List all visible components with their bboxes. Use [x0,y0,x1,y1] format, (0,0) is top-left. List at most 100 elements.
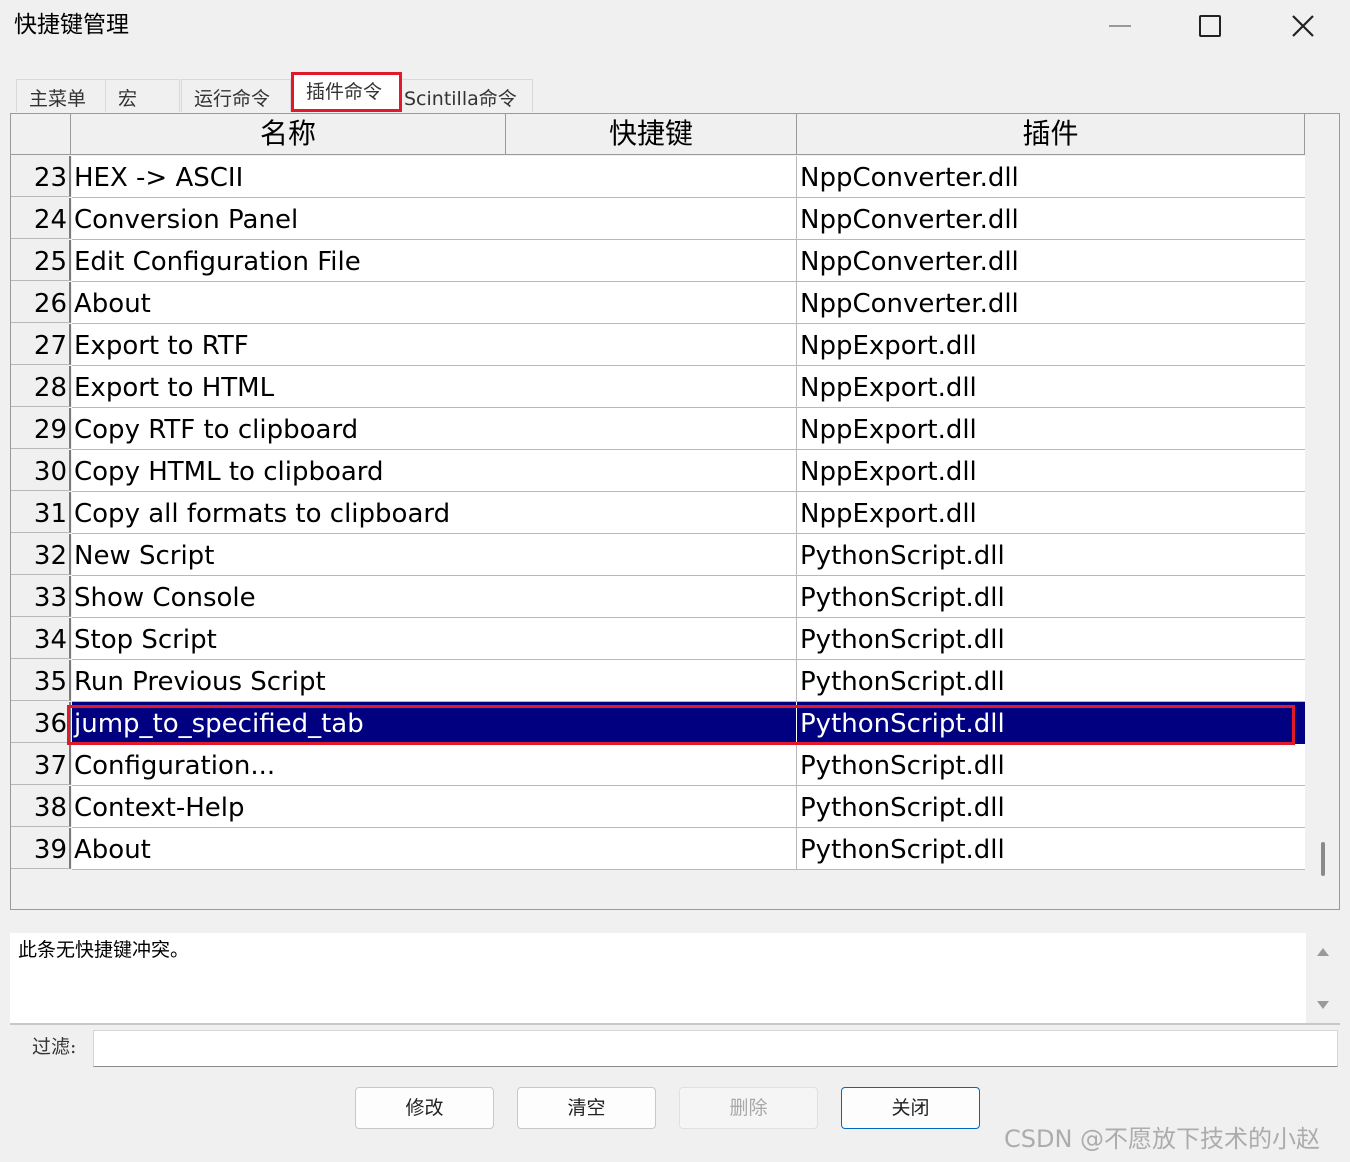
scroll-down-icon[interactable] [1317,1001,1329,1009]
plugin-cell[interactable]: NppExport.dll [797,366,1308,408]
shortcut-cell[interactable] [507,156,797,198]
shortcut-cell[interactable] [507,240,797,282]
name-cell[interactable]: Conversion Panel [72,198,508,240]
tab-macro[interactable]: 宏 [105,79,180,112]
name-cell[interactable]: Copy all formats to clipboard [72,492,508,534]
row-number[interactable]: 27 [11,324,71,365]
table-row[interactable]: 39 About PythonScript.dll [11,828,1308,870]
table-row[interactable]: 25 Edit Configuration File NppConverter.dl… [11,240,1308,282]
name-cell[interactable]: About [72,828,508,870]
shortcut-cell[interactable] [507,660,797,702]
table-row[interactable]: 35 Run Previous Script PythonScript.dll [11,660,1308,702]
grid-scrollbar[interactable] [1305,114,1339,909]
shortcut-cell[interactable] [507,198,797,240]
name-cell[interactable]: Export to HTML [72,366,508,408]
row-number[interactable]: 31 [11,492,71,533]
shortcut-cell[interactable] [507,576,797,618]
name-cell[interactable]: New Script [72,534,508,576]
row-number[interactable]: 25 [11,240,71,281]
plugin-cell[interactable]: NppConverter.dll [797,240,1308,282]
table-row[interactable]: 27 Export to RTF NppExport.dll [11,324,1308,366]
close-button[interactable]: 关闭 [841,1087,980,1129]
table-row[interactable]: 26 About NppConverter.dll [11,282,1308,324]
minimize-button[interactable] [1090,0,1150,52]
info-scrollbar[interactable] [1306,933,1340,1023]
name-cell[interactable]: Context-Help [72,786,508,828]
tab-scintilla-commands[interactable]: Scintilla命令 [391,79,533,112]
shortcut-cell[interactable] [507,492,797,534]
table-row[interactable]: 38 Context-Help PythonScript.dll [11,786,1308,828]
column-header-plugin[interactable]: 插件 [797,114,1305,155]
shortcut-cell[interactable] [507,702,797,744]
shortcut-cell[interactable] [507,618,797,660]
plugin-cell[interactable]: NppConverter.dll [797,282,1308,324]
name-cell[interactable]: HEX -> ASCII [72,156,508,198]
name-cell[interactable]: Show Console [72,576,508,618]
name-cell[interactable]: Stop Script [72,618,508,660]
row-number[interactable]: 34 [11,618,71,659]
name-cell[interactable]: Run Previous Script [72,660,508,702]
shortcut-cell[interactable] [507,534,797,576]
table-row[interactable]: 24 Conversion Panel NppConverter.dll [11,198,1308,240]
name-cell[interactable]: jump_to_specified_tab [72,702,508,744]
scrollbar-thumb[interactable] [1321,842,1325,876]
plugin-cell[interactable]: PythonScript.dll [797,534,1308,576]
shortcut-cell[interactable] [507,828,797,870]
plugin-cell[interactable]: PythonScript.dll [797,660,1308,702]
name-cell[interactable]: Export to RTF [72,324,508,366]
scroll-up-icon[interactable] [1317,948,1329,956]
plugin-cell[interactable]: PythonScript.dll [797,576,1308,618]
table-row[interactable]: 32 New Script PythonScript.dll [11,534,1308,576]
shortcut-cell[interactable] [507,786,797,828]
plugin-cell[interactable]: PythonScript.dll [797,744,1308,786]
plugin-cell[interactable]: NppConverter.dll [797,198,1308,240]
shortcut-cell[interactable] [507,408,797,450]
plugin-cell[interactable]: PythonScript.dll [797,786,1308,828]
shortcut-cell[interactable] [507,450,797,492]
table-row[interactable]: 23 HEX -> ASCII NppConverter.dll [11,156,1308,198]
plugin-cell[interactable]: NppExport.dll [797,492,1308,534]
tab-run-commands[interactable]: 运行命令 [181,79,291,112]
row-number[interactable]: 28 [11,366,71,407]
name-cell[interactable]: Configuration... [72,744,508,786]
table-row[interactable]: 37 Configuration... PythonScript.dll [11,744,1308,786]
plugin-cell[interactable]: PythonScript.dll [797,702,1308,744]
column-header-name[interactable]: 名称 [71,114,506,155]
row-number[interactable]: 33 [11,576,71,617]
filter-input[interactable] [93,1030,1338,1067]
row-number[interactable]: 26 [11,282,71,323]
row-number[interactable]: 23 [11,156,71,197]
plugin-cell[interactable]: PythonScript.dll [797,618,1308,660]
shortcut-grid[interactable]: 名称 快捷键 插件 23 HEX -> ASCII NppConverter.dll… [10,113,1340,910]
table-row[interactable]: 29 Copy RTF to clipboard NppExport.dll [11,408,1308,450]
name-cell[interactable]: Edit Configuration File [72,240,508,282]
row-number[interactable]: 36 [11,702,71,743]
shortcut-cell[interactable] [507,282,797,324]
row-number[interactable]: 35 [11,660,71,701]
plugin-cell[interactable]: PythonScript.dll [797,828,1308,870]
shortcut-cell[interactable] [507,324,797,366]
plugin-cell[interactable]: NppExport.dll [797,408,1308,450]
row-number[interactable]: 24 [11,198,71,239]
delete-button[interactable]: 删除 [679,1087,818,1129]
name-cell[interactable]: Copy RTF to clipboard [72,408,508,450]
tab-plugin-commands[interactable]: 插件命令 [291,72,402,112]
row-number[interactable]: 39 [11,828,71,869]
table-row[interactable]: 36 jump_to_specified_tab PythonScript.dll [11,702,1308,744]
row-number[interactable]: 32 [11,534,71,575]
table-row[interactable]: 34 Stop Script PythonScript.dll [11,618,1308,660]
shortcut-cell[interactable] [507,366,797,408]
tab-main-menu[interactable]: 主菜单 [16,79,106,112]
shortcut-cell[interactable] [507,744,797,786]
name-cell[interactable]: Copy HTML to clipboard [72,450,508,492]
plugin-cell[interactable]: NppConverter.dll [797,156,1308,198]
name-cell[interactable]: About [72,282,508,324]
row-number[interactable]: 37 [11,744,71,785]
table-row[interactable]: 30 Copy HTML to clipboard NppExport.dll [11,450,1308,492]
table-row[interactable]: 31 Copy all formats to clipboard NppExport… [11,492,1308,534]
close-window-button[interactable] [1273,0,1333,52]
table-row[interactable]: 28 Export to HTML NppExport.dll [11,366,1308,408]
row-number[interactable]: 30 [11,450,71,491]
plugin-cell[interactable]: NppExport.dll [797,450,1308,492]
modify-button[interactable]: 修改 [355,1087,494,1129]
